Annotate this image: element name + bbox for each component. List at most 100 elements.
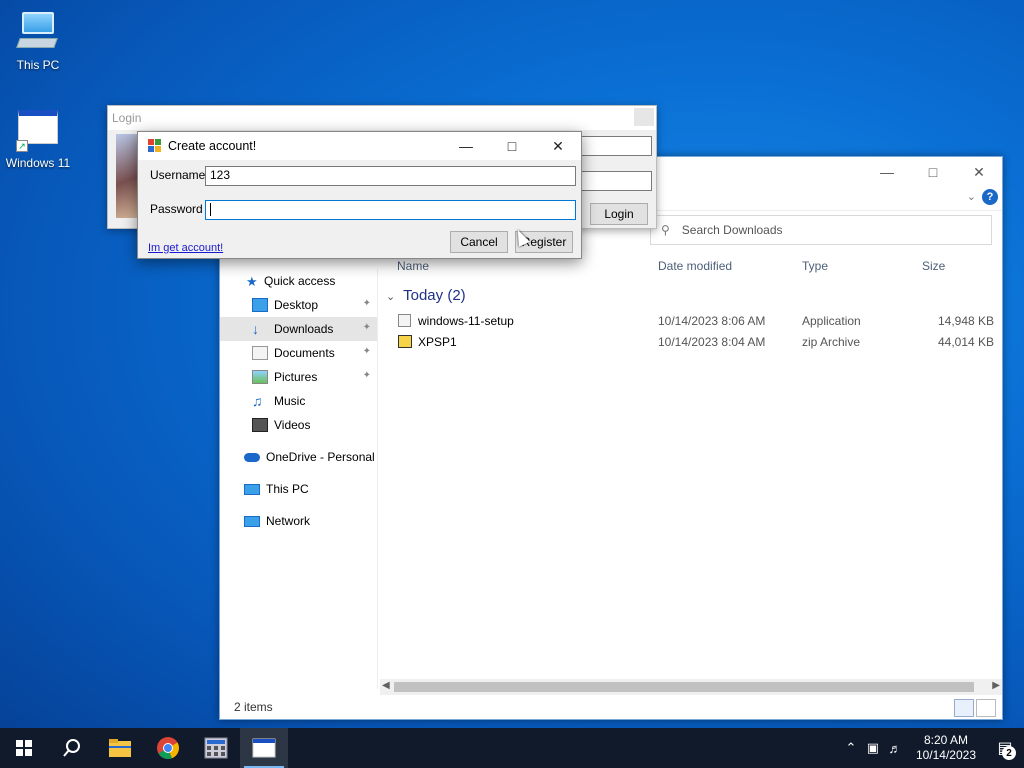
login-button[interactable]: Login [590,203,648,225]
search-button[interactable] [48,728,96,768]
minimize-button[interactable]: — [443,132,489,160]
close-button[interactable]: ✕ [535,132,581,160]
nav-this-pc[interactable]: This PC [220,477,377,501]
file-size: 14,948 KB [938,314,995,328]
film-icon [252,418,268,432]
column-type[interactable]: Type [802,259,828,273]
zip-archive-icon [398,335,412,348]
application-window-icon: ↗ [16,108,60,152]
nav-onedrive[interactable]: OneDrive - Personal [220,445,377,469]
desktop-icon-this-pc[interactable]: This PC [0,10,76,72]
navigation-pane: ★ Quick access Desktop ✦ ↓ Downloads ✦ D… [220,269,378,689]
chevron-up-icon[interactable]: ⌃ [840,740,862,756]
application-window-icon [252,738,276,758]
maximize-button[interactable]: □ [489,132,535,160]
chrome-icon [157,737,179,759]
login-title: Login [112,111,142,125]
app-icon [148,139,162,153]
start-button[interactable] [0,728,48,768]
taskbar: ⌃ ▣ ♬ 8:20 AM 10/14/2023 ▤ 2 [0,728,1024,768]
music-note-icon: ♫ [252,393,263,409]
clock[interactable]: 8:20 AM 10/14/2023 [916,733,976,763]
expand-ribbon-icon[interactable]: ⌄ [967,190,976,203]
login-password-field[interactable] [578,171,652,191]
application-icon [398,314,411,327]
dialog-title: Create account! [168,139,257,153]
nav-quick-access[interactable]: ★ Quick access [220,269,377,293]
volume-muted-icon[interactable]: ♬ [884,741,906,756]
download-arrow-icon: ↓ [252,321,259,337]
pictures-icon [252,370,268,384]
windows-logo-icon [16,740,32,756]
calculator-icon [204,737,228,759]
search-input[interactable]: ⚲ Search Downloads [650,215,992,245]
file-list: Name Date modified Type Size ⌄ Today (2)… [380,251,1002,691]
item-count: 2 items [234,700,273,714]
nav-desktop[interactable]: Desktop ✦ [220,293,377,317]
maximize-button[interactable]: □ [910,157,956,187]
chevron-down-icon: ⌄ [386,291,396,303]
group-header-today[interactable]: ⌄ Today (2) [386,287,466,304]
file-date: 10/14/2023 8:06 AM [658,314,766,328]
column-name[interactable]: Name [397,259,429,273]
help-icon[interactable]: ? [982,189,998,205]
taskbar-app-grid[interactable] [192,728,240,768]
login-username-field[interactable] [578,136,652,156]
nav-music[interactable]: ♫ Music [220,389,377,413]
search-icon [63,739,80,757]
username-field[interactable]: 123 [205,166,576,186]
password-label: Password [150,202,203,216]
scroll-left-icon[interactable]: ◀ [382,680,390,691]
password-field[interactable] [205,200,576,220]
computer-icon [16,10,60,54]
taskbar-login-app[interactable] [240,728,288,768]
file-type: zip Archive [802,335,861,349]
desktop-folder-icon [252,298,268,312]
file-size: 44,014 KB [938,335,995,349]
search-icon: ⚲ [661,223,670,237]
close-button[interactable] [634,108,654,126]
details-view-button[interactable] [954,699,974,717]
status-bar: 2 items [220,695,1002,719]
taskbar-file-explorer[interactable] [96,728,144,768]
cancel-button[interactable]: Cancel [450,231,508,253]
taskbar-chrome[interactable] [144,728,192,768]
have-account-link[interactable]: Im get account! [148,242,223,254]
large-icons-view-button[interactable] [976,699,996,717]
star-icon: ★ [246,274,258,289]
nav-pictures[interactable]: Pictures ✦ [220,365,377,389]
text-caret [210,203,211,217]
nav-documents[interactable]: Documents ✦ [220,341,377,365]
create-account-titlebar: Create account! — □ ✕ [138,132,581,160]
shortcut-arrow-icon: ↗ [16,140,28,152]
minimize-button[interactable]: — [864,157,910,187]
horizontal-scrollbar[interactable]: ◀ ▶ [380,679,1002,695]
clock-date: 10/14/2023 [915,748,976,762]
clock-time: 8:20 AM [923,733,968,747]
nav-downloads[interactable]: ↓ Downloads ✦ [220,317,377,341]
column-date-modified[interactable]: Date modified [658,259,732,273]
folder-icon [109,739,131,757]
notifications-button[interactable]: ▤ 2 [986,728,1024,768]
nav-network[interactable]: Network [220,509,377,533]
file-row[interactable]: XPSP1 10/14/2023 8:04 AM zip Archive 44,… [398,332,998,353]
cloud-icon [244,452,260,462]
desktop-icon-windows-11[interactable]: ↗ Windows 11 [0,108,76,170]
column-size[interactable]: Size [922,259,945,273]
scroll-right-icon[interactable]: ▶ [992,680,1000,691]
network-icon[interactable]: ▣ [862,740,884,756]
notification-count: 2 [1002,746,1016,760]
file-row[interactable]: windows-11-setup 10/14/2023 8:06 AM Appl… [398,311,998,332]
close-button[interactable]: ✕ [956,157,1002,187]
pin-icon[interactable]: ✦ [363,370,371,381]
file-name: XPSP1 [418,335,457,349]
nav-videos[interactable]: Videos [220,413,377,437]
documents-icon [252,346,268,360]
pin-icon[interactable]: ✦ [363,298,371,309]
username-label: Username [150,168,206,182]
pin-icon[interactable]: ✦ [363,346,371,357]
pin-icon[interactable]: ✦ [363,322,371,333]
desktop-icon-label: Windows 11 [5,156,71,170]
file-name: windows-11-setup [418,314,514,328]
scrollbar-thumb[interactable] [394,682,974,692]
